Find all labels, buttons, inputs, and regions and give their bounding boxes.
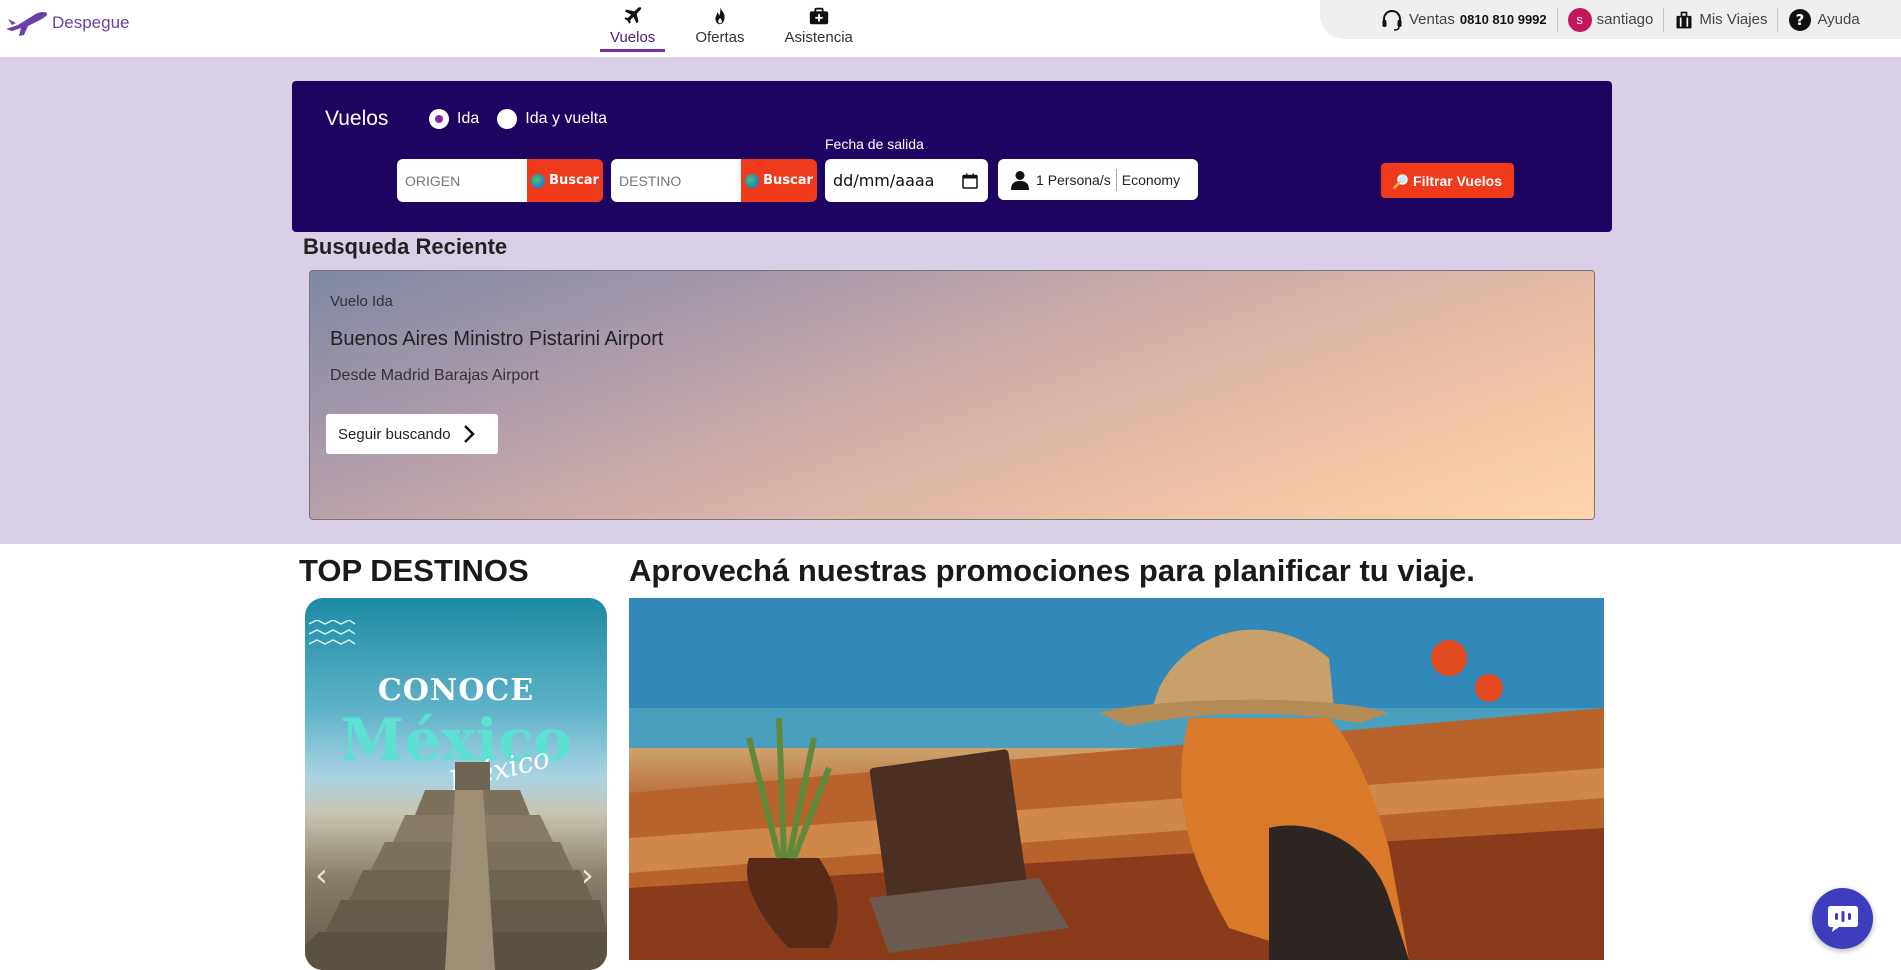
cabin-class: Economy xyxy=(1121,171,1181,188)
chat-support-button[interactable] xyxy=(1812,888,1873,949)
button-label: Buscar xyxy=(549,173,599,188)
person-icon xyxy=(1011,170,1029,190)
trip-type-radios: Ida Ida y vuelta xyxy=(429,109,607,129)
luggage-icon xyxy=(1676,11,1692,28)
passenger-count: 1 xyxy=(1036,171,1044,188)
svg-text:?: ? xyxy=(1796,11,1805,29)
help-link[interactable]: ? Ayuda xyxy=(1788,8,1860,32)
carousel-prev-button[interactable]: ‹ xyxy=(315,856,328,894)
destination-group: DESTINO Buscar xyxy=(611,159,817,202)
search-icon xyxy=(1393,173,1408,189)
promotions-title: Aprovechá nuestras promociones para plan… xyxy=(629,553,1475,588)
sales-label: Ventas xyxy=(1409,11,1455,28)
flight-search-form: Vuelos Ida Ida y vuelta ORIGEN Buscar DE… xyxy=(292,81,1612,232)
date-placeholder: dd/mm/aaaa xyxy=(833,171,935,190)
tab-ofertas[interactable]: Ofertas xyxy=(685,0,754,52)
button-label: Filtrar Vuelos xyxy=(1413,172,1502,189)
chat-icon xyxy=(1827,905,1858,932)
headset-icon xyxy=(1382,9,1402,31)
chevron-right-icon xyxy=(463,425,475,443)
radio-indicator xyxy=(497,109,518,129)
destination-search-button[interactable]: Buscar xyxy=(741,159,817,202)
tab-label: Asistencia xyxy=(784,29,853,46)
user-toolbar: Ventas 0810 810 9992 s santiago Mis Viaj… xyxy=(1320,0,1901,39)
help-label: Ayuda xyxy=(1817,11,1860,28)
divider xyxy=(1556,7,1558,32)
divider xyxy=(1663,7,1665,32)
top-destinations-title: TOP DESTINOS xyxy=(299,553,529,588)
brand-name: Despegue xyxy=(52,13,130,32)
destination-input[interactable]: DESTINO xyxy=(611,159,741,202)
origin-input[interactable]: ORIGEN xyxy=(397,159,527,202)
recent-search-title: Busqueda Reciente xyxy=(303,234,508,259)
button-label: Seguir buscando xyxy=(338,425,451,443)
pyramid-illustration xyxy=(305,762,607,970)
divider xyxy=(1115,168,1117,191)
tab-label: Vuelos xyxy=(610,29,656,46)
tab-vuelos[interactable]: Vuelos xyxy=(600,0,666,52)
radio-label: Ida xyxy=(457,110,480,127)
radio-indicator xyxy=(429,109,449,129)
my-trips-link[interactable]: Mis Viajes xyxy=(1674,10,1767,30)
radio-label: Ida y vuelta xyxy=(525,110,608,127)
my-trips-label: Mis Viajes xyxy=(1699,11,1768,28)
globe-icon xyxy=(745,173,760,188)
main-tabs: Vuelos Ofertas Asistencia xyxy=(600,0,863,57)
tab-label: Ofertas xyxy=(695,29,745,46)
button-label: Buscar xyxy=(763,173,813,188)
filter-flights-button[interactable]: Filtrar Vuelos xyxy=(1381,163,1514,198)
promotion-banner-image[interactable] xyxy=(629,598,1604,960)
calendar-icon[interactable] xyxy=(962,173,978,189)
origin-search-button[interactable]: Buscar xyxy=(527,159,603,202)
divider xyxy=(1777,7,1779,32)
fire-icon xyxy=(715,6,725,25)
plane-logo-icon xyxy=(6,11,48,36)
recent-destination: Buenos Aires Ministro Pistarini Airport xyxy=(330,328,664,350)
help-icon: ? xyxy=(1789,8,1812,31)
plane-icon xyxy=(623,7,641,24)
medkit-icon xyxy=(809,7,828,25)
destination-card-mexico[interactable]: CONOCE México México ‹ › xyxy=(305,598,607,970)
woman-laptop-illustration xyxy=(629,598,1604,960)
tab-asistencia[interactable]: Asistencia xyxy=(775,0,863,52)
card-headline: CONOCE xyxy=(377,673,535,708)
user-name: santiago xyxy=(1596,11,1654,28)
radio-ida-y-vuelta[interactable]: Ida y vuelta xyxy=(497,109,607,129)
brand-logo[interactable]: Despegue xyxy=(4,9,130,37)
origin-group: ORIGEN Buscar xyxy=(397,159,603,202)
continue-search-button[interactable]: Seguir buscando xyxy=(326,414,498,454)
avatar: s xyxy=(1567,7,1592,32)
recent-origin: Desde Madrid Barajas Airport xyxy=(330,367,539,384)
carousel-next-button[interactable]: › xyxy=(581,856,594,894)
recent-search-card: Vuelo Ida Buenos Aires Ministro Pistarin… xyxy=(309,270,1595,520)
globe-icon xyxy=(531,173,546,188)
recent-trip-type: Vuelo Ida xyxy=(330,293,393,310)
user-menu[interactable]: s santiago xyxy=(1567,7,1654,32)
passengers-selector[interactable]: 1 Persona/s Economy xyxy=(998,159,1198,200)
search-title: Vuelos xyxy=(325,107,389,130)
date-label: Fecha de salida xyxy=(825,136,924,152)
sales-contact[interactable]: Ventas 0810 810 9992 xyxy=(1380,8,1547,32)
passenger-label: Persona/s xyxy=(1047,171,1111,188)
sales-phone: 0810 810 9992 xyxy=(1459,12,1547,27)
top-navbar: Despegue Vuelos Ofertas Asistencia Venta… xyxy=(0,0,1901,57)
radio-ida[interactable]: Ida xyxy=(429,109,479,129)
zigzag-decoration xyxy=(308,620,356,645)
departure-date-input[interactable]: dd/mm/aaaa xyxy=(825,159,988,202)
